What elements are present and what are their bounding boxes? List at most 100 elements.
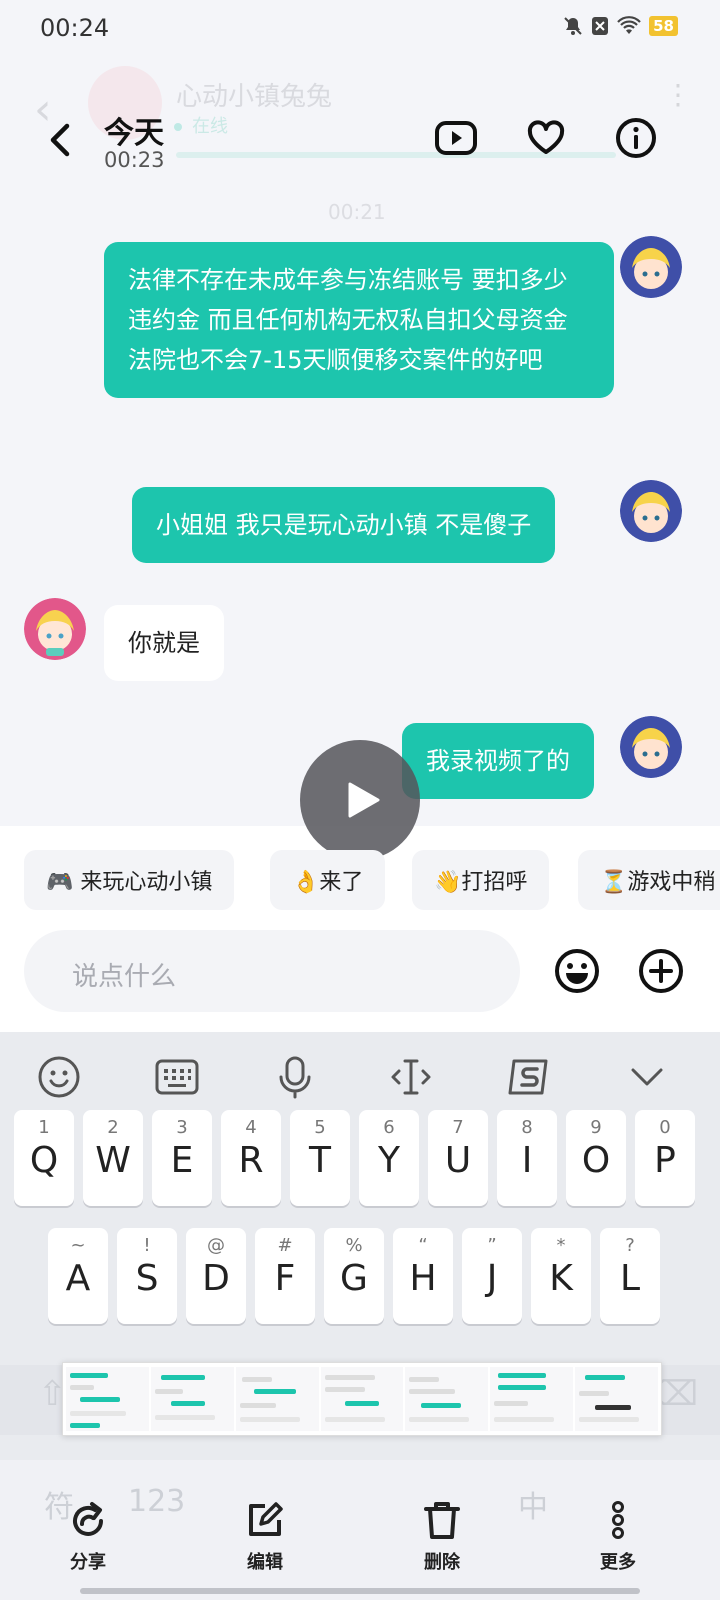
screenshot-thumbnail[interactable] <box>66 1367 149 1431</box>
message-bubble-outgoing[interactable]: 小姐姐 我只是玩心动小镇 不是傻子 <box>132 487 556 563</box>
user-avatar[interactable] <box>620 480 682 542</box>
delete-label: 删除 <box>424 1552 460 1573</box>
screenshot-thumbnail[interactable] <box>320 1367 404 1431</box>
keyboard-emoji-button[interactable] <box>34 1052 84 1102</box>
key-e[interactable]: 3E <box>152 1110 212 1206</box>
key-letter-label: W <box>95 1140 131 1181</box>
key-o[interactable]: 9O <box>566 1110 626 1206</box>
user-avatar-image <box>620 716 682 778</box>
play-video-button[interactable] <box>432 114 480 162</box>
wifi-icon <box>617 16 641 34</box>
key-k[interactable]: * K <box>531 1228 591 1324</box>
key-u[interactable]: 7U <box>428 1110 488 1206</box>
key-letter-label: S <box>135 1258 159 1299</box>
ghost-contact-status: 在线 <box>174 112 228 138</box>
user-avatar-image <box>620 236 682 298</box>
quick-reply-chip[interactable]: 🎮 来玩心动小镇 <box>24 850 235 910</box>
key-d[interactable]: @ D <box>186 1228 246 1324</box>
back-arrow-icon <box>50 123 70 157</box>
screenshot-thumbnail[interactable] <box>405 1367 489 1431</box>
key-number-label: 4 <box>245 1117 257 1138</box>
screenshot-thumbnail[interactable] <box>235 1367 319 1431</box>
key-g[interactable]: % G <box>324 1228 384 1324</box>
mute-bell-icon <box>564 17 582 35</box>
key-i[interactable]: 8I <box>497 1110 557 1206</box>
key-letter-label: A <box>65 1258 91 1299</box>
key-letter-label: L <box>619 1258 641 1299</box>
play-video-icon <box>435 121 477 155</box>
key-number-label: 5 <box>314 1117 326 1138</box>
share-label: 分享 <box>70 1552 106 1573</box>
info-icon <box>616 118 656 158</box>
ghost-more-icon: ⋮ <box>664 78 692 111</box>
screenshot-preview-strip[interactable] <box>62 1362 662 1436</box>
key-symbol-label: ? <box>625 1235 635 1256</box>
status-icons: 58 <box>563 16 678 36</box>
key-symbol-label: # <box>277 1235 293 1256</box>
key-symbol-label: “ <box>418 1235 428 1256</box>
key-l[interactable]: ? L <box>600 1228 660 1324</box>
key-letter-label: P <box>654 1140 676 1181</box>
key-f[interactable]: # F <box>255 1228 315 1324</box>
user-avatar[interactable] <box>620 236 682 298</box>
more-label: 更多 <box>600 1552 636 1573</box>
key-a[interactable]: ~ A <box>48 1228 108 1324</box>
key-symbol-label: ” <box>487 1235 497 1256</box>
gesture-bar[interactable] <box>80 1588 640 1594</box>
message-bubble-outgoing[interactable]: 我录视频了的 <box>402 723 594 799</box>
key-q[interactable]: 1Q <box>14 1110 74 1206</box>
info-button[interactable] <box>612 114 660 162</box>
emoji-button[interactable] <box>554 948 600 998</box>
key-symbol-label: * <box>556 1235 566 1256</box>
key-number-label: 0 <box>659 1117 671 1138</box>
key-h[interactable]: “H <box>393 1228 453 1324</box>
screenshot-thumbnail[interactable] <box>150 1367 234 1431</box>
key-j[interactable]: ” J <box>462 1228 522 1324</box>
keyboard-layout-button[interactable] <box>152 1052 202 1102</box>
key-letter-label: I <box>521 1140 533 1181</box>
screenshot-thumbnail[interactable] <box>490 1367 574 1431</box>
key-t[interactable]: 5T <box>290 1110 350 1206</box>
favorite-button[interactable] <box>522 114 570 162</box>
key-symbol-label: ~ <box>70 1235 86 1256</box>
play-icon <box>348 782 380 818</box>
plus-circle-icon <box>639 949 683 993</box>
edit-button[interactable]: 编辑 <box>215 1498 315 1574</box>
key-symbol-label: ! <box>143 1235 151 1256</box>
key-p[interactable]: 0P <box>635 1110 695 1206</box>
hide-keyboard-button[interactable] <box>622 1052 672 1102</box>
page-title: 今天 <box>104 116 164 151</box>
more-button[interactable]: 更多 <box>568 1498 668 1574</box>
key-symbol-label: @ <box>207 1235 225 1256</box>
quick-reply-chip[interactable]: 👋打招呼 <box>412 850 550 910</box>
user-avatar[interactable] <box>620 716 682 778</box>
sogou-button[interactable] <box>504 1052 554 1102</box>
quick-reply-chip[interactable]: 👌来了 <box>270 850 386 910</box>
key-number-label: 8 <box>521 1117 533 1138</box>
key-number-label: 1 <box>38 1117 50 1138</box>
key-number-label: 6 <box>383 1117 395 1138</box>
cursor-move-button[interactable] <box>386 1052 436 1102</box>
status-time: 00:24 <box>40 14 110 42</box>
key-r[interactable]: 4R <box>221 1110 281 1206</box>
delete-button[interactable]: 删除 <box>392 1498 492 1574</box>
contact-avatar[interactable] <box>24 598 86 660</box>
key-symbol-label: % <box>345 1235 363 1256</box>
key-w[interactable]: 2W <box>83 1110 143 1206</box>
emoji-smile-icon <box>555 949 599 993</box>
message-bubble-incoming[interactable]: 你就是 <box>104 605 224 681</box>
back-button[interactable] <box>40 116 80 164</box>
video-play-button[interactable] <box>300 740 420 860</box>
screenshot-thumbnail[interactable] <box>575 1367 659 1431</box>
key-number-label: 3 <box>176 1117 188 1138</box>
share-icon <box>73 1502 103 1536</box>
voice-input-button[interactable] <box>270 1052 320 1102</box>
share-button[interactable]: 分享 <box>38 1498 138 1574</box>
key-y[interactable]: 6Y <box>359 1110 419 1206</box>
key-letter-label: K <box>549 1258 573 1299</box>
key-s[interactable]: ! S <box>117 1228 177 1324</box>
quick-reply-chip[interactable]: ⏳游戏中稍 <box>578 850 720 910</box>
add-attachment-button[interactable] <box>638 948 684 998</box>
message-input-placeholder: 说点什么 <box>72 962 177 992</box>
message-bubble-outgoing[interactable]: 法律不存在未成年参与冻结账号 要扣多少违约金 而且任何机构无权私自扣父母资金 法… <box>104 242 614 398</box>
